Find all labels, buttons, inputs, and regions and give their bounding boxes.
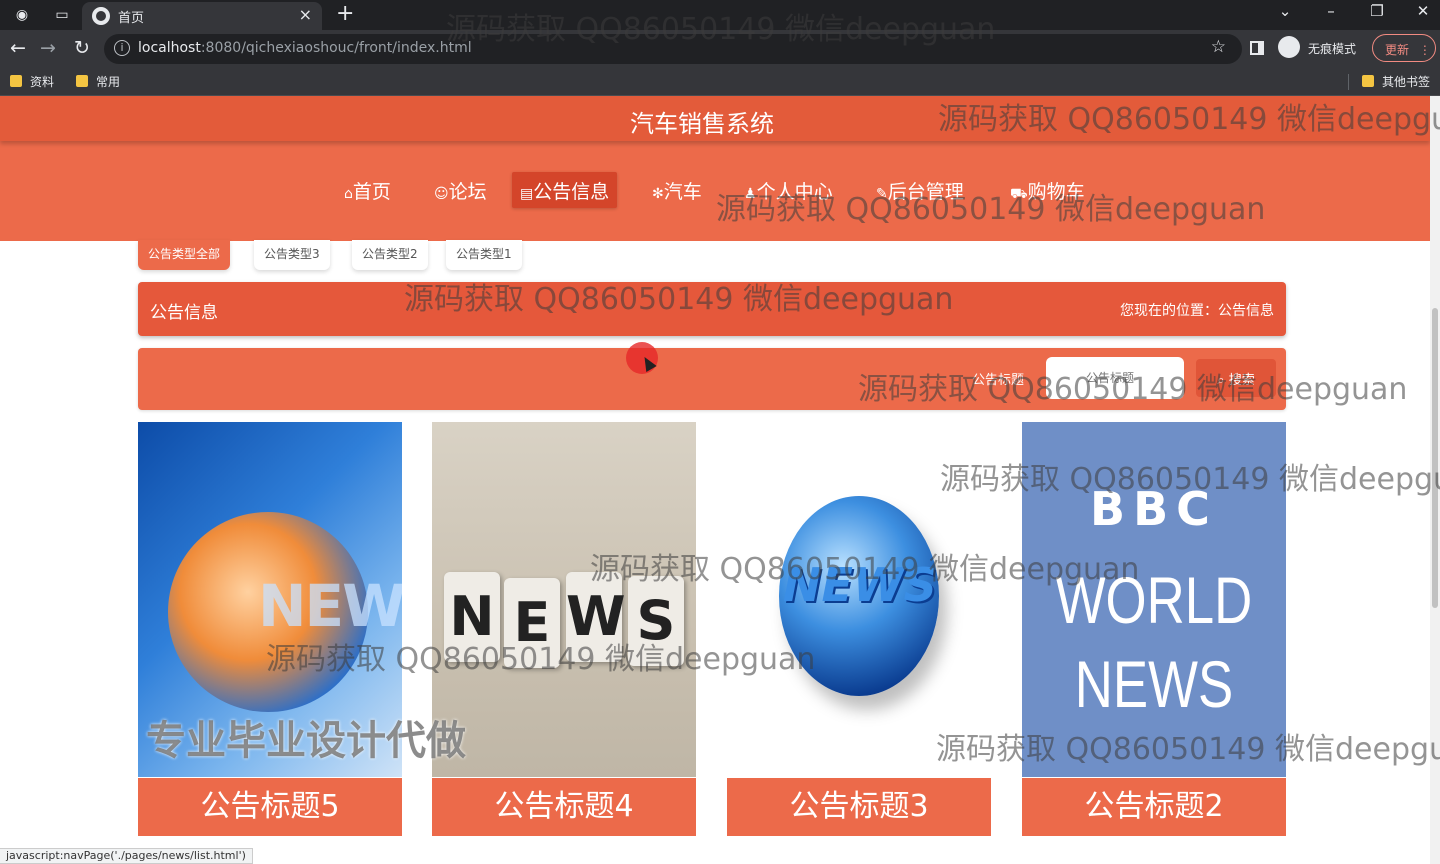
current-location: 您现在的位置：公告信息: [1120, 303, 1274, 319]
bookmarks-bar: 资料 常用 其他书签: [0, 68, 1440, 96]
incognito-icon: [1278, 36, 1300, 58]
browser-tab-bar: ◉ ▭ 首页 × + ⌄ – ❐ ✕: [0, 0, 1440, 30]
bookmark-divider: [1348, 74, 1349, 90]
browser-tab[interactable]: 首页 ×: [82, 2, 322, 30]
user-icon: ♟: [744, 186, 757, 202]
tab-search-icon[interactable]: ▭: [52, 5, 72, 25]
filter-tab-1[interactable]: 公告类型3: [254, 240, 330, 270]
forward-icon[interactable]: →: [36, 37, 60, 59]
notice-card[interactable]: BBC WORLD NEWS 公告标题2: [1022, 422, 1286, 836]
filter-tab-2[interactable]: 公告类型2: [352, 240, 428, 270]
menu-item-0[interactable]: ⌂首页: [336, 172, 399, 208]
site-title: 汽车销售系统: [630, 110, 774, 138]
other-bookmarks[interactable]: 其他书签: [1362, 73, 1430, 90]
main-menu: ⌂首页 ☺论坛 ▤公告信息 ✻汽车 ♟个人中心 ✎后台管理 ⛟购物车: [0, 172, 1430, 212]
notice-card[interactable]: NEWS 公告标题5: [138, 422, 402, 836]
search-icon: ⌕: [1217, 373, 1225, 388]
cart-icon: ⛟: [1010, 186, 1028, 202]
filter-tab-0[interactable]: 公告类型全部: [138, 240, 231, 270]
home-icon: ⌂: [344, 186, 353, 202]
menu-item-label: 首页: [352, 181, 391, 203]
menu-item-label: 公告信息: [533, 181, 610, 203]
forum-icon: ☺: [434, 186, 449, 202]
filter-tab-3[interactable]: 公告类型1: [446, 240, 522, 270]
menu-item-2[interactable]: ▤公告信息: [512, 172, 618, 208]
side-panel-icon[interactable]: [1250, 41, 1264, 55]
search-button[interactable]: ⌕ 搜索: [1196, 359, 1276, 397]
restore-icon[interactable]: ❐: [1362, 2, 1392, 20]
menu-item-6[interactable]: ⛟购物车: [1002, 172, 1093, 208]
breadcrumb: 公告信息 您现在的位置：公告信息: [138, 282, 1286, 336]
menu-item-label: 个人中心: [756, 181, 833, 203]
notice-icon: ▤: [520, 186, 534, 202]
search-input[interactable]: [1046, 357, 1184, 399]
notice-card-title[interactable]: 公告标题2: [1022, 778, 1286, 836]
folder-icon: [76, 75, 88, 87]
news-cubes-image: N E W S: [432, 422, 696, 777]
notice-card[interactable]: N E W S 公告标题4: [432, 422, 696, 836]
close-tab-icon[interactable]: ×: [299, 5, 312, 24]
bookmark-star-icon[interactable]: ☆: [1211, 37, 1226, 57]
scroll-thumb[interactable]: [1432, 308, 1438, 608]
menu-item-label: 论坛: [448, 181, 487, 203]
tab-list-chevron-icon[interactable]: ⌄: [1270, 2, 1300, 20]
menu-item-label: 购物车: [1027, 181, 1085, 203]
url-text: localhost:8080/qichexiaoshouc/front/inde…: [138, 40, 472, 56]
menu-item-label: 后台管理: [887, 181, 964, 203]
site-info-icon[interactable]: i: [114, 40, 130, 56]
menu-item-5[interactable]: ✎后台管理: [868, 172, 972, 208]
bbc-world-news-image: BBC WORLD NEWS: [1022, 422, 1286, 777]
browser-toolbar: ← → ↻ i localhost:8080/qichexiaoshouc/fr…: [0, 30, 1440, 68]
notice-card-title[interactable]: 公告标题5: [138, 778, 402, 836]
incognito-label: 无痕模式: [1308, 42, 1357, 56]
folder-icon: [1362, 75, 1374, 87]
site-header: 汽车销售系统 ⌂首页 ☺论坛 ▤公告信息 ✻汽车 ♟个人中心 ✎后台管理 ⛟购物车: [0, 96, 1430, 241]
browser-menu-icon[interactable]: ◉: [12, 5, 32, 25]
back-icon[interactable]: ←: [6, 37, 30, 59]
car-icon: ✻: [652, 186, 664, 202]
page-viewport: 汽车销售系统 ⌂首页 ☺论坛 ▤公告信息 ✻汽车 ♟个人中心 ✎后台管理 ⛟购物车 公告类型…: [0, 96, 1430, 864]
folder-icon: [10, 75, 22, 87]
notice-card-title[interactable]: 公告标题3: [727, 778, 991, 836]
status-bar-url: javascript:navPage('./pages/news/list.ht…: [0, 848, 253, 864]
admin-icon: ✎: [876, 186, 888, 202]
update-button[interactable]: 更新 ⋮: [1372, 34, 1436, 62]
reload-icon[interactable]: ↻: [70, 37, 94, 59]
minimize-icon[interactable]: –: [1316, 2, 1346, 20]
globe-icon: [92, 7, 110, 25]
close-window-icon[interactable]: ✕: [1408, 2, 1438, 20]
bookmark-folder-1[interactable]: 常用: [76, 73, 120, 90]
bookmark-folder-0[interactable]: 资料: [10, 73, 54, 90]
search-bar: 公告标题 ⌕ 搜索: [138, 348, 1286, 410]
page-scrollbar[interactable]: [1430, 96, 1440, 864]
news-earth-image: NEWS: [727, 422, 991, 777]
search-label: 公告标题: [972, 373, 1025, 388]
address-bar[interactable]: i localhost:8080/qichexiaoshouc/front/in…: [104, 34, 1242, 64]
menu-item-4[interactable]: ♟个人中心: [736, 172, 841, 208]
ad-watermark: 专业毕业设计代做: [146, 718, 466, 764]
section-title: 公告信息: [150, 303, 218, 323]
notice-card-title[interactable]: 公告标题4: [432, 778, 696, 836]
menu-item-3[interactable]: ✻汽车: [644, 172, 710, 208]
menu-item-1[interactable]: ☺论坛: [426, 172, 495, 208]
menu-item-label: 汽车: [663, 181, 702, 203]
tab-title: 首页: [118, 11, 145, 26]
notice-card[interactable]: NEWS 公告标题3: [727, 422, 991, 836]
new-tab-icon[interactable]: +: [336, 1, 354, 26]
